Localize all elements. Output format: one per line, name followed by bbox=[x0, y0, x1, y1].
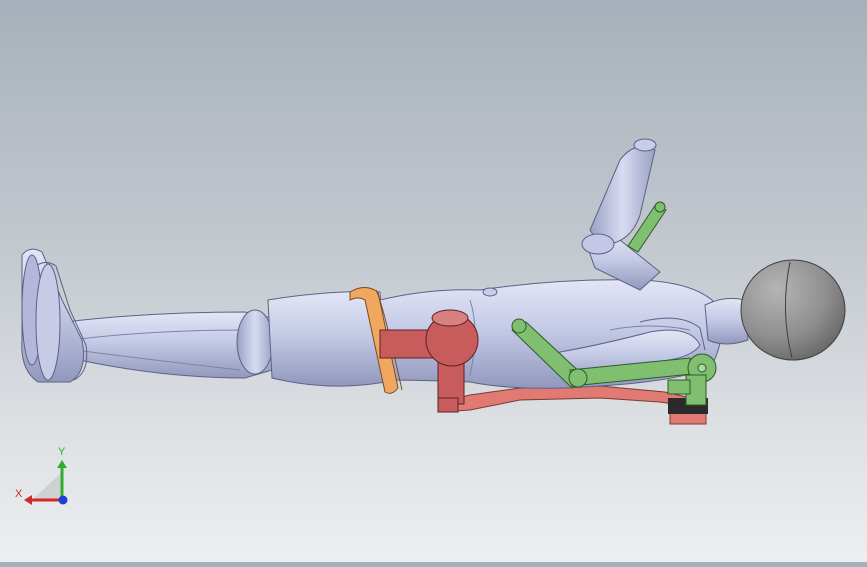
triad-plane bbox=[32, 472, 62, 500]
x-axis-arrowhead bbox=[24, 495, 32, 505]
y-axis-arrowhead bbox=[57, 460, 67, 468]
reference-triad: Y X bbox=[15, 446, 68, 505]
model-canvas[interactable]: Y X bbox=[0, 0, 867, 562]
graphics-viewport[interactable]: Y X bbox=[0, 0, 867, 562]
z-axis-dot bbox=[58, 495, 68, 505]
legs[interactable] bbox=[59, 291, 386, 387]
head[interactable] bbox=[740, 259, 846, 361]
feet[interactable] bbox=[21, 248, 88, 383]
x-axis-label: X bbox=[15, 488, 23, 500]
raised-arm[interactable] bbox=[581, 138, 661, 291]
y-axis-label: Y bbox=[58, 446, 66, 458]
